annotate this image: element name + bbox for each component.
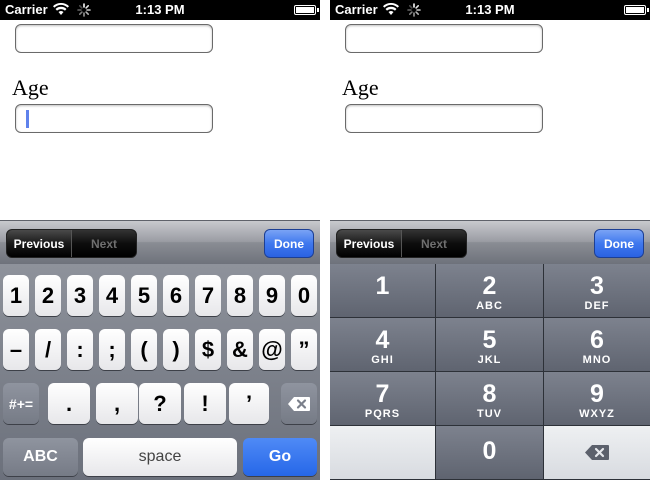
keyboard-toolbar: Previous Next Done [0,220,320,264]
numpad-letters: GHI [371,354,394,366]
more-symbols-key[interactable]: #+= [3,383,39,424]
key-1[interactable]: 1 [3,275,29,316]
numpad-digit: 4 [375,326,390,354]
go-key[interactable]: Go [243,438,317,476]
numpad-key-5[interactable]: 5 JKL [436,318,544,372]
numpad-letters: TUV [477,408,502,420]
key-6[interactable]: 6 [163,275,189,316]
key-4[interactable]: 4 [99,275,125,316]
numpad-letters: MNO [582,354,612,366]
next-button[interactable]: Next [402,230,466,257]
numpad-key-8[interactable]: 8 TUV [436,372,544,426]
backspace-icon [288,396,310,411]
backspace-key[interactable] [281,383,317,424]
key-0[interactable]: 0 [291,275,317,316]
prev-next-control: Previous Next [336,229,467,258]
numpad-digit: 3 [590,272,604,300]
numpad-delete-key[interactable] [544,426,650,480]
key-exclamation[interactable]: ! [184,383,226,424]
numpad-digit: 2 [482,272,497,300]
clock: 1:13 PM [135,2,185,17]
numpad-letters: WXYZ [579,408,615,420]
numpad-key-2[interactable]: 2 ABC [436,264,544,318]
abc-key[interactable]: ABC [3,438,78,476]
keyboard-toolbar: Previous Next Done [330,220,650,264]
top-text-field[interactable] [15,24,213,53]
key-comma[interactable]: , [96,383,138,424]
numpad-key-6[interactable]: 6 MNO [544,318,650,372]
key-ampersand[interactable]: & [227,329,253,370]
key-dash[interactable]: – [3,329,29,370]
numpad-digit: 0 [482,437,497,465]
battery-icon [294,5,319,15]
age-label: Age [12,75,49,100]
age-text-field[interactable] [15,104,213,133]
previous-button[interactable]: Previous [337,230,402,257]
numpad-letters: JKL [477,354,502,366]
left-phone-screen: Carrier 1:13 PM Age Previous Next Done 1… [0,0,320,480]
status-bar: Carrier 1:13 PM [330,0,650,20]
numpad-key-7[interactable]: 7 PQRS [330,372,436,426]
battery-icon [624,5,649,15]
key-3[interactable]: 3 [67,275,93,316]
done-button[interactable]: Done [264,229,314,258]
numpad-digit: 1 [375,272,390,300]
key-colon[interactable]: : [67,329,93,370]
numpad-digit: 9 [590,380,604,408]
numpad-blank-key [330,426,436,480]
numpad-digit: 6 [590,326,604,354]
numpad-key-1[interactable]: 1 [330,264,436,318]
clock: 1:13 PM [465,2,515,17]
age-text-field[interactable] [345,104,543,133]
numpad-letters: DEF [584,300,610,312]
numpad-digit: 7 [375,380,390,408]
key-period[interactable]: . [48,383,90,424]
key-at[interactable]: @ [259,329,285,370]
numpad-digit: 5 [482,326,497,354]
backspace-icon [585,445,609,460]
top-text-field[interactable] [345,24,543,53]
numpad-letters: ABC [476,300,503,312]
number-pad: 1 2 ABC 3 DEF 4 GHI 5 JKL 6 MNO 7 PQRS 8 [330,264,650,480]
numpad-key-4[interactable]: 4 GHI [330,318,436,372]
text-cursor [26,110,29,128]
key-9[interactable]: 9 [259,275,285,316]
done-button[interactable]: Done [594,229,644,258]
space-key[interactable]: space [83,438,237,476]
symbols-keyboard: 1 2 3 4 5 6 7 8 9 0 – / : ; ( ) $ & @ ” … [0,264,320,480]
key-2[interactable]: 2 [35,275,61,316]
key-apostrophe[interactable]: ’ [229,383,269,424]
numpad-key-3[interactable]: 3 DEF [544,264,650,318]
prev-next-control: Previous Next [6,229,137,258]
key-5[interactable]: 5 [131,275,157,316]
key-8[interactable]: 8 [227,275,253,316]
key-7[interactable]: 7 [195,275,221,316]
previous-button[interactable]: Previous [7,230,72,257]
key-semicolon[interactable]: ; [99,329,125,370]
key-question[interactable]: ? [139,383,181,424]
numpad-digit: 8 [482,380,497,408]
right-phone-screen: Carrier 1:13 PM Age Previous Next Done 1… [330,0,650,480]
numpad-letters: PQRS [364,408,401,420]
key-open-paren[interactable]: ( [131,329,157,370]
status-bar: Carrier 1:13 PM [0,0,320,20]
key-dollar[interactable]: $ [195,329,221,370]
numpad-key-0[interactable]: 0 [436,426,544,480]
numpad-key-9[interactable]: 9 WXYZ [544,372,650,426]
key-close-paren[interactable]: ) [163,329,189,370]
age-label: Age [342,75,379,100]
key-slash[interactable]: / [35,329,61,370]
next-button[interactable]: Next [72,230,136,257]
key-quote[interactable]: ” [291,329,317,370]
